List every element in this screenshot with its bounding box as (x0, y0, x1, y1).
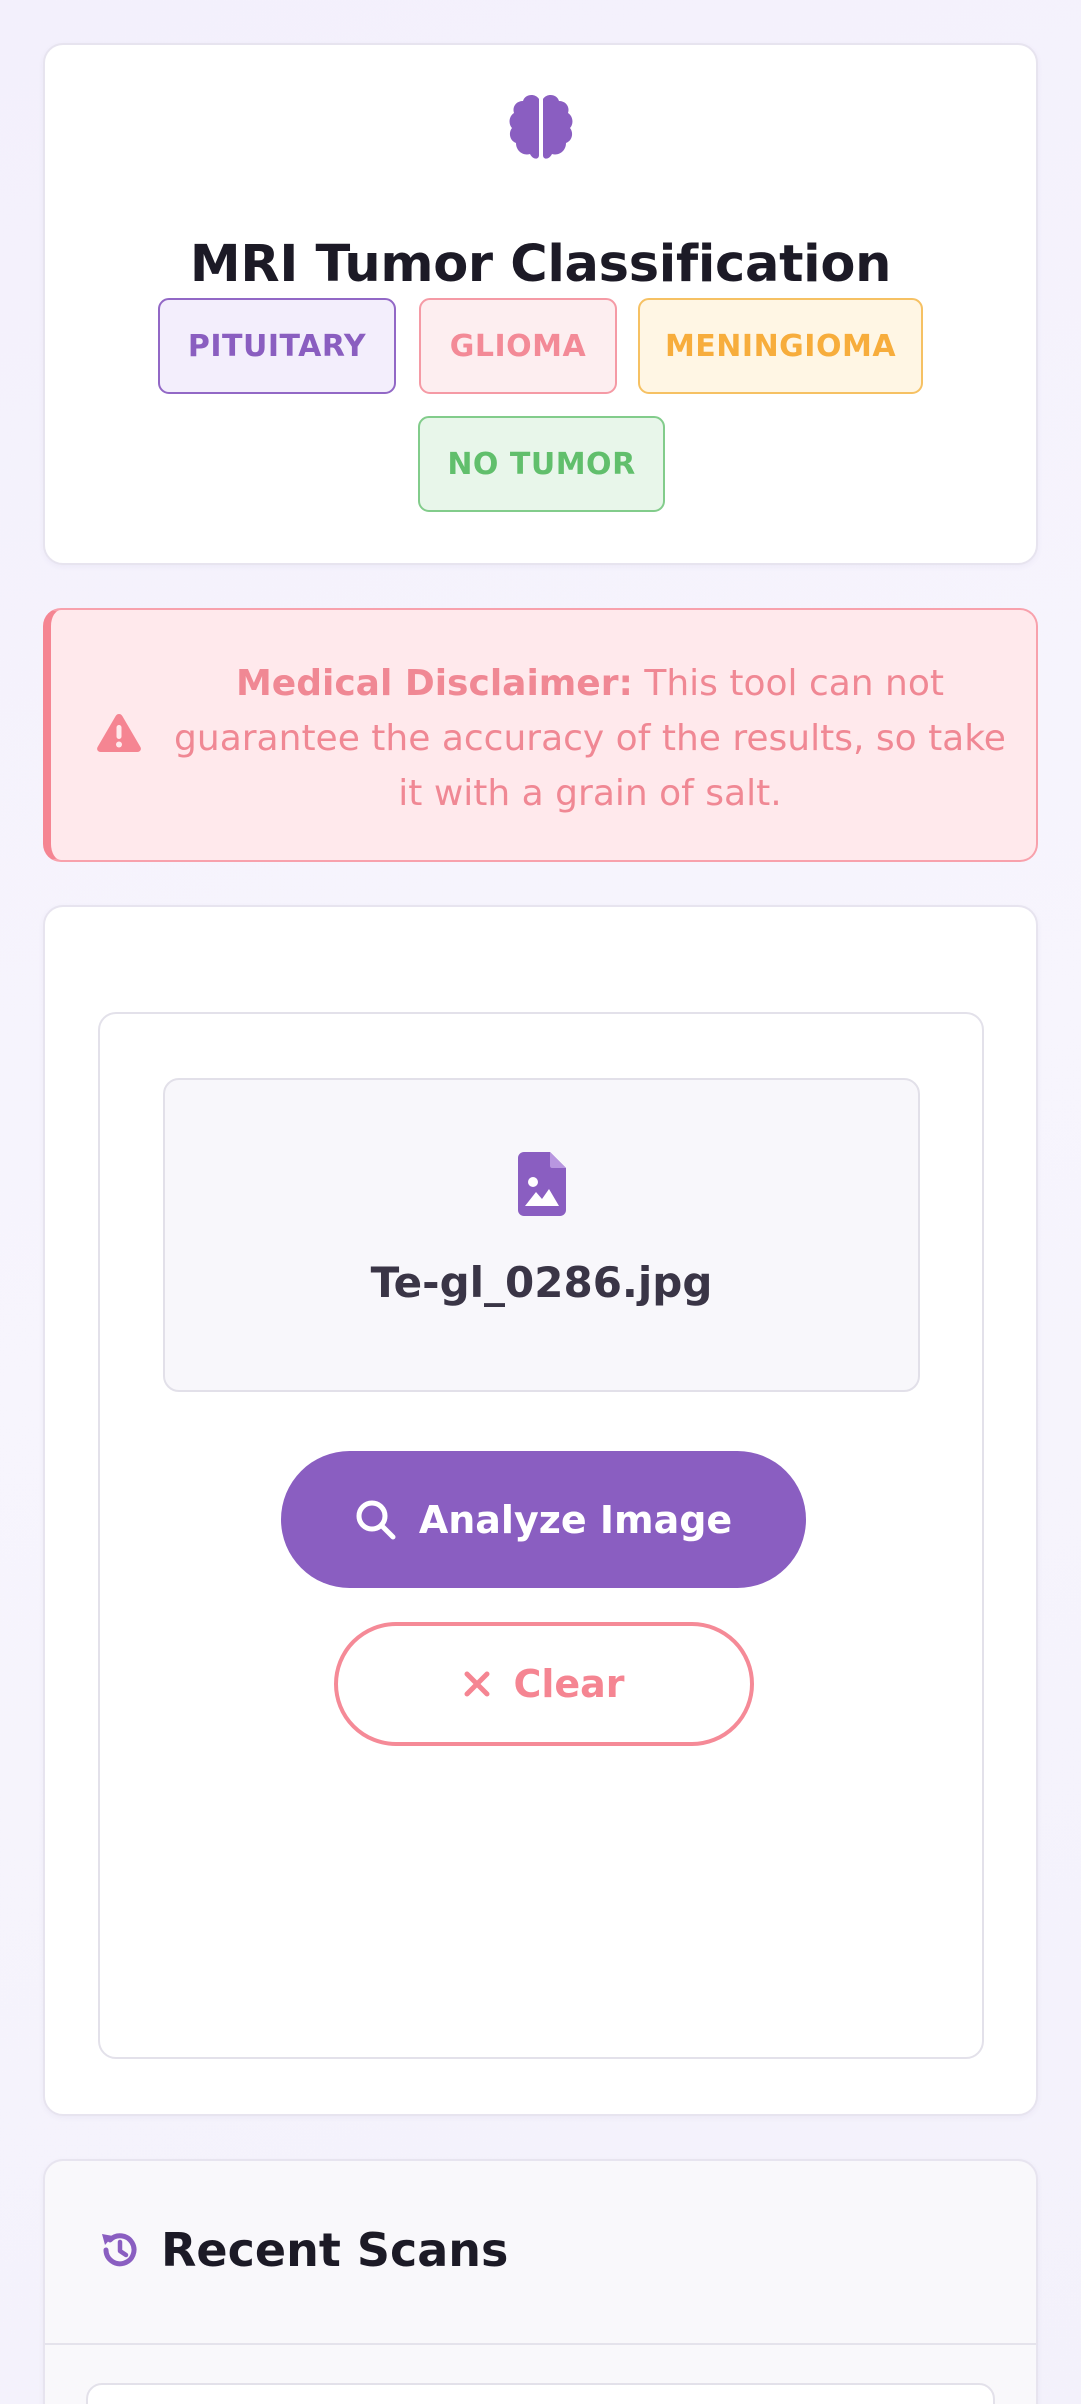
page-title: MRI Tumor Classification (189, 235, 892, 294)
clear-button-label: Clear (513, 1662, 625, 1706)
file-icon-wrapper (165, 1152, 918, 1216)
badge-meningioma: MENINGIOMA (638, 298, 923, 394)
upload-panel: Te-gl_0286.jpg Analyze Image Clear (98, 1012, 984, 2059)
close-icon (464, 1671, 490, 1697)
header-card: MRI Tumor Classification PITUITARY GLIOM… (43, 43, 1038, 565)
file-name: Te-gl_0286.jpg (370, 1258, 713, 1307)
search-icon (356, 1500, 396, 1539)
image-file-icon (517, 1152, 566, 1216)
disclaimer-text: Medical Disclaimer: This tool can not gu… (166, 656, 1014, 821)
divider (45, 2343, 1036, 2345)
badge-pituitary: PITUITARY (158, 298, 396, 394)
medical-disclaimer: Medical Disclaimer: This tool can not gu… (43, 608, 1038, 862)
history-icon (102, 2233, 137, 2267)
upload-card: Te-gl_0286.jpg Analyze Image Clear (43, 905, 1038, 2116)
analyze-button-label: Analyze Image (418, 1497, 733, 1542)
disclaimer-heading: Medical Disclaimer: (235, 663, 633, 704)
selected-file-box[interactable]: Te-gl_0286.jpg (163, 1078, 920, 1392)
brain-icon-wrapper (45, 93, 1036, 161)
brain-icon (509, 95, 572, 159)
recent-scans-header: Recent Scans (97, 2223, 508, 2277)
recent-scans-card: Recent Scans (43, 2159, 1038, 2404)
clear-button[interactable]: Clear (334, 1622, 754, 1746)
recent-scans-title: Recent Scans (161, 2223, 509, 2277)
warning-icon-wrapper (97, 714, 141, 756)
analyze-image-button[interactable]: Analyze Image (281, 1451, 806, 1588)
warning-icon (97, 714, 141, 752)
recent-scan-item[interactable] (86, 2383, 995, 2404)
badge-glioma: GLIOMA (419, 298, 617, 394)
badge-no-tumor: NO TUMOR (418, 416, 665, 512)
